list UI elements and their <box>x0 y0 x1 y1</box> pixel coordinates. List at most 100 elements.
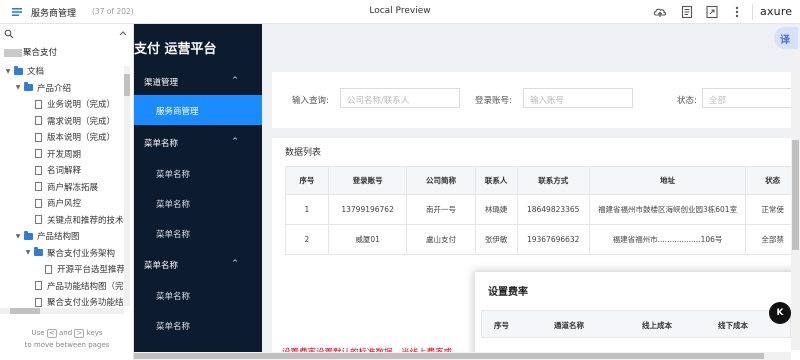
sitemap-item[interactable]: ▼ 文档 <box>4 63 44 79</box>
nav-group-channel[interactable]: 渠道管理 ^ <box>144 76 252 88</box>
filter-bar: 输入查询: 公司名称/联系人 登录账号: 输入账号 状态: 全部 <box>272 72 800 128</box>
sitemap-item[interactable]: 需求说明（完成） <box>24 113 115 129</box>
sitemap-item[interactable]: 产品功能结构图（完 <box>24 278 124 294</box>
dialog-table-header: 序号 通道名称 线上成本 线下成本 <box>481 310 791 338</box>
sitemap-item[interactable]: 业务说明（完成） <box>24 96 115 112</box>
expand-arrow-icon[interactable]: ▼ <box>14 84 22 91</box>
sitemap-item[interactable]: ▼ 产品介绍 <box>14 80 71 96</box>
expand-arrow-icon[interactable]: ▼ <box>24 249 32 256</box>
nav-item[interactable]: 菜单名称 <box>156 320 190 332</box>
page-icon <box>35 182 42 191</box>
share-icon[interactable] <box>652 4 668 20</box>
column-header: 序号 <box>494 321 509 330</box>
dialog-title: 设置费率 <box>488 287 528 298</box>
nav-group-label: 菜单名称 <box>144 139 179 149</box>
table-cell: 张伊敏 <box>474 224 518 255</box>
nav-item[interactable]: 菜单名称 <box>156 168 190 180</box>
sitemap-item-label: 产品结构图 <box>37 232 80 242</box>
nav-item-label: 服务商管理 <box>156 107 199 117</box>
column-header: 线下成本 <box>718 321 748 330</box>
more-icon[interactable] <box>729 4 745 20</box>
app-title: 支付 运营平台 <box>134 42 217 57</box>
sitemap-item[interactable]: 开源平台选型推荐 <box>34 261 125 277</box>
expand-icon[interactable] <box>704 4 720 20</box>
sitemap-root[interactable]: 聚合支付 <box>4 46 57 58</box>
sitemap-horizontal-scrollbar[interactable] <box>0 308 124 314</box>
nav-item[interactable]: 菜单名称 <box>156 198 190 210</box>
nav-item[interactable]: 菜单名称 <box>156 228 190 240</box>
table-cell: 18649823365 <box>516 194 590 225</box>
chevron-up-icon: ^ <box>232 137 238 145</box>
sitemap-item-label: 商户解冻拓展 <box>47 182 99 193</box>
table-row[interactable]: 2 威厦01 盧山支付 张伊敏 19367696632 福建省福州市...........… <box>285 224 800 255</box>
page-icon <box>35 165 42 175</box>
sitemap-item[interactable]: 名词解释 <box>24 162 81 178</box>
menu-icon[interactable] <box>10 5 24 19</box>
expand-arrow-icon[interactable]: ▼ <box>14 233 22 240</box>
sitemap-item[interactable]: ▼ 产品结构图 <box>14 228 80 244</box>
nav-item-provider-management[interactable]: 服务商管理 <box>134 95 262 125</box>
sitemap-root-label: 聚合支付 <box>23 48 58 58</box>
expand-arrow-icon[interactable]: ▼ <box>4 68 12 75</box>
folder-icon <box>34 247 43 256</box>
status-select[interactable]: 全部 <box>702 88 800 108</box>
table-cell: 南开一号 <box>406 194 476 225</box>
sitemap-item-label: 版本说明（完成） <box>47 133 116 143</box>
data-table: 序号 登录账号 公司简称 联系人 联系方式 地址 状态 1 13799196762 南开一号 林璐… <box>285 166 800 255</box>
sitemap-item[interactable]: 关键点和推荐的技术 <box>24 212 124 228</box>
sitemap-item-label: 聚合支付业务架构 <box>47 248 116 259</box>
column-header: 联系方式 <box>516 166 590 195</box>
table-cell: 1 <box>285 194 329 225</box>
sitemap-item[interactable]: 商户解冻拓展 <box>24 179 98 195</box>
sitemap-item[interactable]: 开发周期 <box>24 146 81 162</box>
axure-toolbar: 服务商管理 (37 of 202) Local Preview axure <box>0 0 800 24</box>
list-title: 数据列表 <box>285 148 322 158</box>
help-text: Use <box>31 329 45 337</box>
toolbar-divider <box>752 4 753 20</box>
right-key-icon: > <box>74 328 85 338</box>
page-count: (37 of 202) <box>92 7 134 16</box>
sitemap-item-label: 聚合支付业务功能结 <box>47 298 124 308</box>
side-nav: 支付 运营平台 渠道管理 ^ 服务商管理 菜单名称 ^ 菜单名称 菜单名称 菜单… <box>134 24 262 360</box>
nav-item[interactable]: 菜单名称 <box>156 290 190 302</box>
page-horizontal-scrollbar[interactable] <box>134 352 791 360</box>
sitemap-item[interactable]: ▼ 聚合支付业务架构 <box>24 245 115 261</box>
assistant-button[interactable]: K <box>769 302 791 324</box>
scrollbar-thumb[interactable] <box>134 353 764 359</box>
column-header: 地址 <box>588 166 747 195</box>
notes-icon[interactable] <box>679 4 695 20</box>
scrollbar-thumb[interactable] <box>792 140 799 250</box>
account-input[interactable]: 输入账号 <box>523 88 633 108</box>
search-icon[interactable] <box>4 29 14 39</box>
nav-group-menu-2[interactable]: 菜单名称 ^ <box>144 137 252 149</box>
translate-button[interactable]: 译 <box>774 27 798 49</box>
table-row[interactable]: 1 13799196762 南开一号 林璐婕 18649823365 福建省福州市鼓楼区海… <box>285 194 800 225</box>
column-header: 通道名称 <box>554 321 584 330</box>
page-icon <box>35 297 42 307</box>
query-input[interactable]: 公司名称/联系人 <box>340 88 460 108</box>
nav-group-label: 渠道管理 <box>144 78 179 88</box>
table-cell: 林璐婕 <box>474 194 518 225</box>
sitemap-vertical-scrollbar[interactable] <box>124 66 130 306</box>
table-cell: 13799196762 <box>327 194 408 225</box>
collapse-all-icon[interactable] <box>118 29 128 39</box>
page-icon <box>35 132 42 142</box>
sitemap-item[interactable]: 商户风控 <box>24 195 81 211</box>
page-icon <box>35 149 42 158</box>
sitemap-item-label: 业务说明（完成） <box>47 100 116 110</box>
sitemap-item[interactable]: 版本说明（完成） <box>24 129 115 145</box>
nav-group-menu-3[interactable]: 菜单名称 ^ <box>144 259 252 271</box>
axure-logo: axure <box>760 5 793 18</box>
page-vertical-scrollbar[interactable] <box>791 50 800 350</box>
page-icon <box>35 198 42 208</box>
account-label: 登录账号: <box>475 96 512 106</box>
sitemap-item-label: 关键点和推荐的技术 <box>47 215 124 226</box>
scrollbar-thumb[interactable] <box>10 308 40 314</box>
page-icon <box>35 215 42 224</box>
sitemap-item-label: 开源平台选型推荐 <box>57 265 126 275</box>
scrollbar-thumb[interactable] <box>124 74 130 96</box>
column-header: 序号 <box>285 166 329 195</box>
table-cell: 2 <box>285 224 329 255</box>
chevron-up-icon: ^ <box>232 259 238 267</box>
column-header: 联系人 <box>474 166 518 195</box>
